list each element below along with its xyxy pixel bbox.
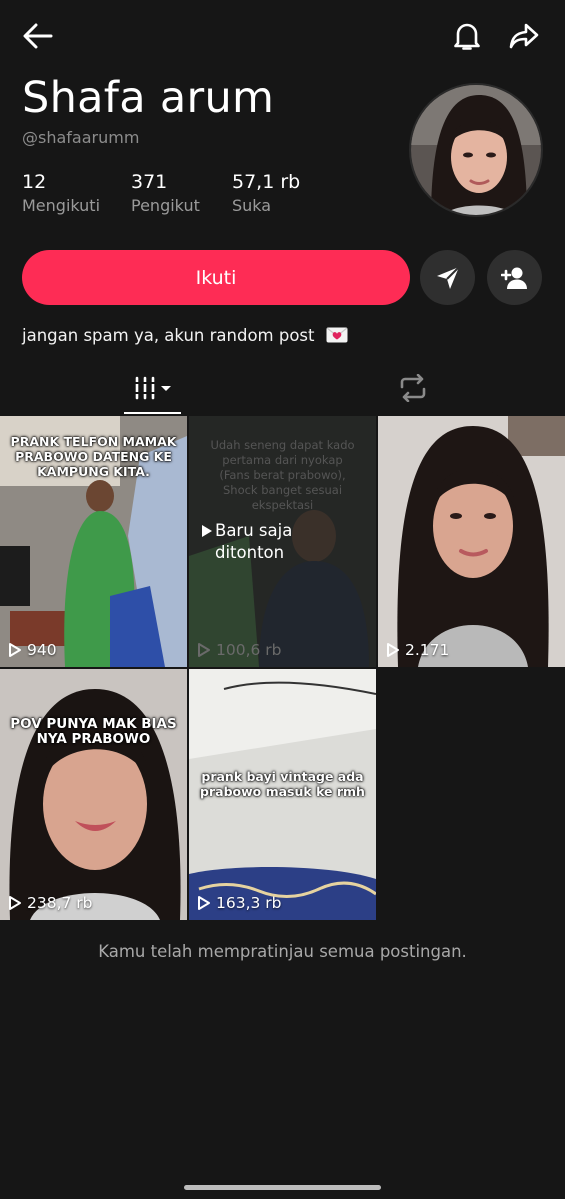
avatar[interactable] — [409, 83, 543, 217]
bio-text: jangan spam ya, akun random post — [22, 326, 315, 345]
bio: jangan spam ya, akun random post — [22, 324, 348, 348]
recently-watched-badge: Baru saja ditonton — [201, 520, 305, 564]
display-name: Shafa arum — [22, 73, 275, 123]
tab-videos[interactable] — [124, 360, 181, 416]
play-icon — [198, 896, 210, 910]
share-icon — [509, 23, 539, 49]
view-count-value: 163,3 rb — [216, 894, 282, 912]
message-button[interactable] — [420, 250, 475, 305]
share-button[interactable] — [500, 14, 548, 58]
stat-following-value: 12 — [22, 171, 47, 193]
send-icon — [436, 265, 460, 289]
recently-watched-label: Baru saja ditonton — [215, 521, 293, 562]
profile-tabs — [0, 360, 565, 416]
view-count: 100,6 rb — [197, 641, 282, 659]
video-thumbnail[interactable]: POV PUNYA MAK BIAS NYA PRABOWO 238,7 rb — [0, 669, 187, 920]
stat-likes-label: Suka — [232, 196, 272, 215]
stat-followers-label: Pengikut — [131, 196, 200, 215]
video-thumbnail[interactable]: prank bayi vintage ada prabowo masuk ke … — [189, 669, 376, 920]
play-icon — [387, 643, 399, 657]
follow-button[interactable]: Ikuti — [22, 250, 410, 305]
tab-reposts[interactable] — [380, 360, 446, 416]
add-friend-button[interactable] — [487, 250, 542, 305]
view-count: 940 — [8, 641, 57, 659]
video-thumbnail-image — [0, 669, 187, 920]
video-caption: prank bayi vintage ada prabowo masuk ke … — [200, 769, 365, 799]
notification-bell-button[interactable] — [443, 14, 491, 58]
love-letter-icon — [326, 326, 348, 343]
view-count: 163,3 rb — [197, 894, 282, 912]
active-tab-indicator — [124, 412, 181, 414]
video-caption: Udah seneng dapat kado pertama dari nyok… — [210, 438, 355, 512]
view-count-value: 100,6 rb — [216, 641, 282, 659]
view-count: 2.171 — [386, 641, 449, 659]
video-thumbnail[interactable]: 2.171 — [378, 416, 565, 667]
play-icon — [198, 643, 210, 657]
stat-following[interactable]: 12 Mengikuti — [22, 170, 100, 217]
view-count-value: 2.171 — [405, 641, 450, 659]
add-user-icon — [500, 267, 527, 289]
top-bar — [0, 0, 565, 72]
video-caption: POV PUNYA MAK BIAS NYA PRABOWO — [10, 716, 177, 747]
username: @shafaarumm — [22, 128, 140, 147]
play-icon — [9, 896, 21, 910]
video-thumbnail[interactable]: Udah seneng dapat kado pertama dari nyok… — [189, 416, 376, 667]
view-count: 238,7 rb — [8, 894, 93, 912]
view-count-value: 238,7 rb — [27, 894, 93, 912]
stat-likes[interactable]: 57,1 rb Suka — [232, 170, 300, 217]
play-icon — [9, 643, 21, 657]
view-count-value: 940 — [27, 641, 57, 659]
stat-following-label: Mengikuti — [22, 196, 101, 215]
video-thumbnail[interactable]: PRANK TELFON MAMAK PRABOWO DATENG KE KAM… — [0, 416, 187, 667]
end-of-posts-message: Kamu telah mempratinjau semua postingan. — [98, 942, 467, 961]
video-caption: PRANK TELFON MAMAK PRABOWO DATENG KE KAM… — [10, 434, 177, 479]
back-button[interactable] — [14, 14, 62, 58]
repost-icon — [400, 374, 426, 402]
home-indicator[interactable] — [184, 1185, 381, 1190]
stat-followers[interactable]: 371 Pengikut — [131, 170, 200, 217]
stat-followers-value: 371 — [131, 171, 168, 193]
back-arrow-icon — [23, 23, 53, 49]
play-icon — [202, 525, 212, 537]
video-thumbnail-image — [378, 416, 565, 667]
bell-icon — [454, 23, 480, 50]
stat-likes-value: 57,1 rb — [232, 171, 301, 193]
avatar-image — [411, 85, 541, 215]
grid-icon — [133, 376, 171, 400]
